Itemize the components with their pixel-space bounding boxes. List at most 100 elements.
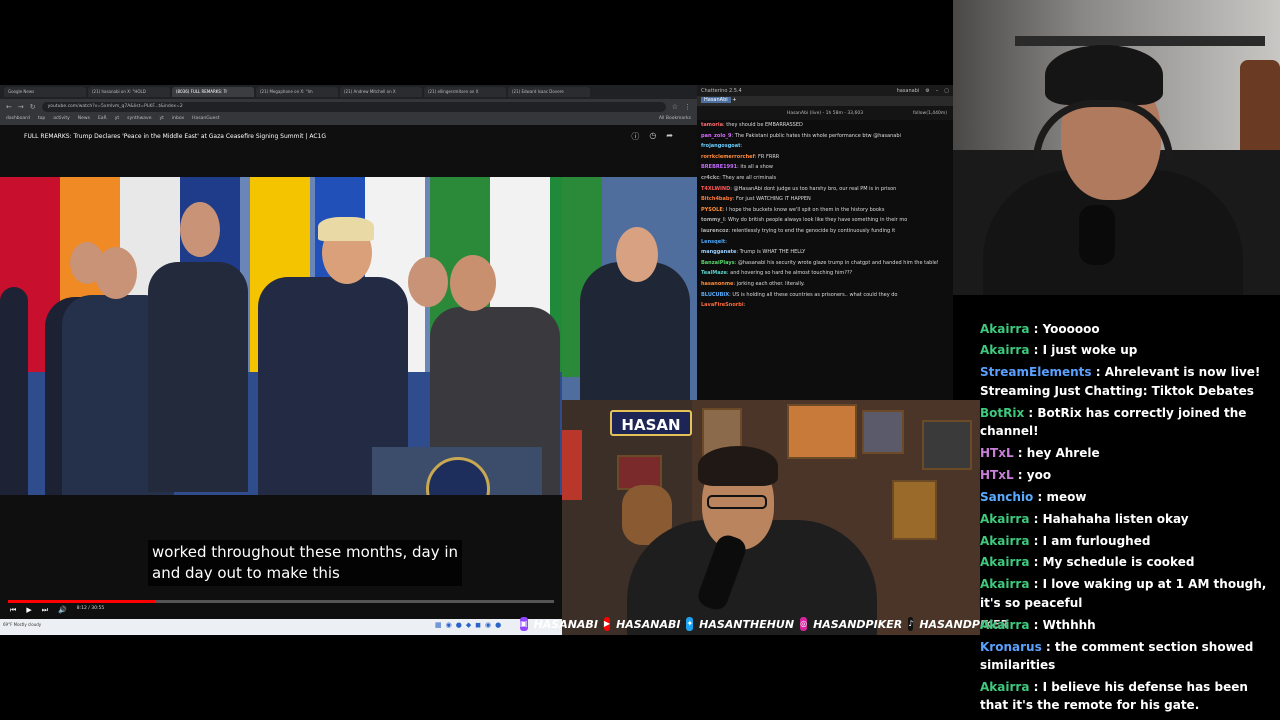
url-input[interactable]: youtube.com/watch?v=5xmlvm_q7A&list=PLKF… [41,102,666,112]
chat-username[interactable]: rorrkclemerrorchef [701,154,755,160]
chat-text: US is holding all these countries as pri… [732,291,898,298]
maximize-icon[interactable]: ▢ [944,88,949,94]
address-bar-row: ← → ↻ youtube.com/watch?v=5xmlvm_q7A&lis… [0,99,697,115]
bookmark[interactable]: synthwave [127,116,151,124]
follow-button[interactable]: follow(1,440m) [913,111,947,116]
settings-icon[interactable]: ⚙ [925,88,929,94]
info-icon[interactable]: ⓘ [631,131,639,142]
overlay-chat-text: yoo [1026,467,1052,482]
chat-username[interactable]: Bitch4baby [701,196,733,202]
chat-username[interactable]: cr4ckc [701,175,719,181]
chat-username[interactable]: PYSOLE [701,207,723,213]
taskbar-icons[interactable]: ▦◉●◆◼◉● [435,621,505,629]
minimize-icon[interactable]: – [936,88,939,94]
bookmark[interactable]: HasanGuest [192,116,219,124]
chat-text: and hovering so hard he almost touching … [730,270,853,277]
person-hair [698,446,778,486]
tab-hasanabi[interactable]: HasanAbi [701,97,731,103]
app-title: Chatterino 2.5.4 [701,87,742,94]
play-icon[interactable]: ▶ [26,606,31,615]
star-icon[interactable]: ☆ [672,103,678,111]
overlay-chat-message: Sanchio : meow [980,489,1087,504]
person-hair [1045,45,1163,105]
video-title: FULL REMARKS: Trump Declares 'Peace in t… [24,132,326,140]
share-icon[interactable]: ➦ [666,131,673,142]
chat-text: jorking each other. literally. [736,280,805,287]
bookmark[interactable]: News [78,116,90,124]
back-icon[interactable]: ← [6,103,12,111]
account-name[interactable]: hasanabi [897,88,920,94]
browser-tab[interactable]: (21) hasanabi on X: "HOLD [88,87,170,97]
bookmark[interactable]: yt [159,116,163,124]
chat-message: Bitch4baby: For just WATCHING IT HAPPEN [701,196,811,203]
bookmark[interactable]: top [38,116,45,124]
overlay-chat-text: Wthhhh [1042,617,1096,632]
overlay-chat-username: Sanchio [980,489,1034,504]
subtitle-line: worked throughout these months, day in [152,543,459,561]
progress-fill [8,600,156,603]
browser-tab-active[interactable]: (8036) FULL REMARKS: Tr [172,87,254,97]
video-frame[interactable] [0,177,562,495]
chat-message: LavaFireSnorbi: [701,302,746,309]
overlay-chat-username: Akairra [980,577,1030,592]
chat-message: mangganate: Trump is WHAT THE HELLY [701,249,806,256]
chat-username[interactable]: T4XLWIND [701,186,730,192]
chat-username[interactable]: tommy_l [701,217,725,223]
subtitle-line: and day out to make this [152,564,340,582]
bookmark[interactable]: EaR [98,116,107,124]
video-subtitles: worked throughout these months, day in a… [148,540,463,586]
chat-username[interactable]: laurencoz [701,228,728,234]
youtube-icon: ▶ [603,617,611,631]
browser-tab[interactable]: (21) ellingersmitsen on X [424,87,506,97]
overlay-chat-username: Akairra [980,555,1030,570]
person-hair [318,217,374,241]
chat-username[interactable]: LavaFireSnorbi [701,302,744,308]
chat-username[interactable]: Lensqeit [701,239,725,245]
overlay-chat-message: Akairra : My schedule is cooked [980,555,1195,570]
weather-widget[interactable]: 69°F Mostly cloudy [3,622,41,627]
person-head [180,202,220,257]
overlay-chat-message: Akairra : Wthhhh [980,617,1096,632]
next-icon[interactable]: ⏭ [42,606,48,615]
bookmark[interactable]: dashboard [6,116,30,124]
chat-username[interactable]: BLUCUBIX [701,292,729,298]
add-tab-icon[interactable]: + [732,97,736,103]
chat-username[interactable]: tamoria [701,122,723,128]
bookmark[interactable]: yt [115,116,119,124]
chat-message: hasanonme: jorking each other. literally… [701,280,805,287]
chat-message: TealMaze: and hovering so hard he almost… [701,270,853,277]
poster [787,404,857,459]
chat-username[interactable]: BREBRE1991 [701,164,737,170]
overlay-chat-username: Akairra [980,511,1030,526]
social-handle: HASANTHEHUN [699,617,795,631]
reload-icon[interactable]: ↻ [30,103,36,111]
chat-username[interactable]: TealMaze [701,270,727,276]
chat-username[interactable]: mangganate [701,249,736,255]
overlay-chat-text: Hahahaha listen okay [1042,511,1189,526]
volume-icon[interactable]: 🔊 [58,606,67,615]
menu-icon[interactable]: ⋮ [684,103,691,111]
bookmark[interactable]: inbox [172,116,184,124]
browser-tab[interactable]: Google News [4,87,86,97]
chat-message: PYSOLE: I hope the buckets know we'll sp… [701,206,885,213]
chat-username[interactable]: pan_zolo_9 [701,133,732,139]
clock-icon[interactable]: ◷ [649,131,656,142]
browser-tab[interactable]: (21) Andrew Mitchell on X [340,87,422,97]
chat-username[interactable]: BanzaiPlays [701,260,735,266]
forward-icon[interactable]: → [18,103,24,111]
poster [892,480,937,540]
chat-message: pan_zolo_9: The Pakistani public hates t… [701,132,901,139]
bookmarks-bar: dashboard top activity News EaR yt synth… [0,115,697,125]
browser-tab[interactable]: (21) Megaphone on X: "Im [256,87,338,97]
progress-bar[interactable] [8,600,554,603]
overlay-chat-message: HTxL : yoo [980,467,1052,482]
person-head [616,227,658,282]
chat-username[interactable]: hasanonme [701,281,733,287]
chat-text: Why do british people always look like t… [728,217,908,224]
chatterino-tabbar: HasanAbi + [697,96,953,106]
browser-tab[interactable]: (21) Edward Isaac Dovere [508,87,590,97]
bookmark-all[interactable]: All Bookmarks [659,116,691,124]
previous-icon[interactable]: ⏮ [10,606,16,615]
chat-username[interactable]: frojangosgoat [701,143,741,149]
bookmark[interactable]: activity [53,116,70,124]
